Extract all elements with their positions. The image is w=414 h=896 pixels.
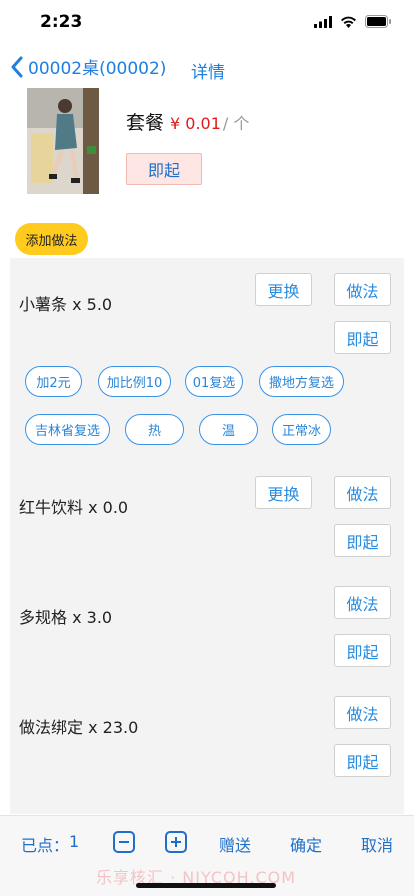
tag-chip[interactable]: 01复选 <box>185 366 243 397</box>
fries-qiqi-button[interactable]: 即起 <box>334 321 391 354</box>
status-bar: 2:23 <box>0 0 414 46</box>
bind-qiqi-button[interactable]: 即起 <box>334 744 391 777</box>
add-method-button[interactable]: 添加做法 <box>15 223 88 255</box>
combo-title: 套餐 ¥ 0.01 / 个 <box>126 108 249 135</box>
plus-icon[interactable] <box>165 831 187 853</box>
bottom-bar: 已点： 1 赠送 确定 取消 乐享核汇 · NIYCOH.COM <box>0 815 414 896</box>
fries-method-button[interactable]: 做法 <box>334 273 391 306</box>
ordered-label: 已点： <box>21 836 70 855</box>
signal-icon <box>314 15 332 28</box>
item-name-fries: 小薯条 x 5.0 <box>19 295 113 314</box>
tag-chip[interactable]: 吉林省复选 <box>25 414 110 445</box>
item-name-bind: 做法绑定 x 23.0 <box>19 718 139 737</box>
multi-qiqi-button[interactable]: 即起 <box>334 634 391 667</box>
status-time: 2:23 <box>40 12 83 32</box>
minus-icon[interactable] <box>113 831 135 853</box>
status-icons <box>314 15 392 28</box>
tag-chip[interactable]: 正常冰 <box>272 414 331 445</box>
gift-button[interactable]: 赠送 <box>219 832 251 856</box>
detail-link[interactable]: 详情 <box>191 58 225 83</box>
chevron-left-icon <box>11 56 23 77</box>
home-indicator <box>136 883 276 888</box>
tag-chip[interactable]: 热 <box>125 414 184 445</box>
redbull-replace-button[interactable]: 更换 <box>255 476 312 509</box>
back-label: 00002桌(00002) <box>28 59 167 79</box>
tag-chip[interactable]: 加2元 <box>25 366 82 397</box>
items-panel: 小薯条 x 5.0 更换 做法 即起 加2元 加比例10 01复选 撒地方复选 … <box>10 258 404 814</box>
item-name-multi: 多规格 x 3.0 <box>19 608 113 627</box>
combo-qiqi-button[interactable]: 即起 <box>126 153 202 185</box>
battery-icon <box>365 15 391 28</box>
redbull-method-button[interactable]: 做法 <box>334 476 391 509</box>
combo-name: 套餐 <box>126 112 165 134</box>
confirm-button[interactable]: 确定 <box>290 832 322 856</box>
tag-chip[interactable]: 撒地方复选 <box>259 366 344 397</box>
nav-bar: 00002桌(00002) 详情 <box>0 50 414 86</box>
combo-price: ¥ 0.01 <box>170 114 221 133</box>
tag-chip[interactable]: 加比例10 <box>98 366 171 397</box>
combo-unit: / 个 <box>222 114 250 133</box>
fries-replace-button[interactable]: 更换 <box>255 273 312 306</box>
wifi-icon <box>341 16 356 28</box>
product-thumbnail <box>27 88 99 194</box>
multi-method-button[interactable]: 做法 <box>334 586 391 619</box>
cancel-button[interactable]: 取消 <box>361 832 393 856</box>
redbull-qiqi-button[interactable]: 即起 <box>334 524 391 557</box>
ordered-count: 1 <box>69 832 80 851</box>
item-name-redbull: 红牛饮料 x 0.0 <box>19 498 129 517</box>
bind-method-button[interactable]: 做法 <box>334 696 391 729</box>
tag-chip[interactable]: 温 <box>199 414 258 445</box>
back-button[interactable]: 00002桌(00002) <box>10 54 166 79</box>
